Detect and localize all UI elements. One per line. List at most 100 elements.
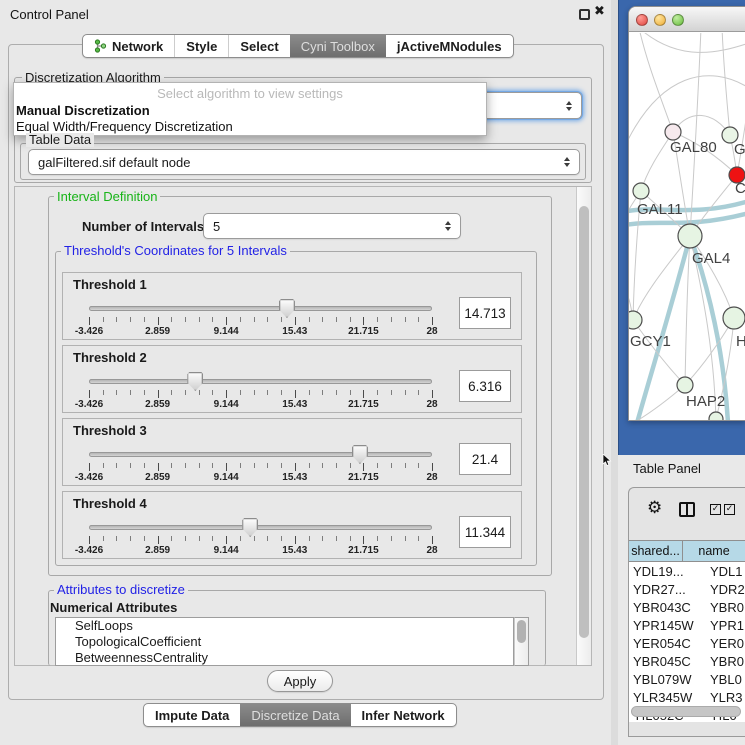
slider-thumb[interactable] (242, 518, 258, 537)
table-row[interactable]: YER054CYER0 (629, 634, 745, 652)
table-row[interactable]: YBR043CYBR0 (629, 598, 745, 616)
column-header-name[interactable]: name (683, 541, 745, 561)
traffic-light-close[interactable] (636, 14, 648, 26)
network-node-hap2[interactable] (677, 377, 693, 393)
slider-tick (130, 463, 131, 468)
network-edge (639, 33, 673, 132)
table-panel-title: Table Panel (633, 461, 701, 476)
slider-tick (240, 536, 241, 541)
table-row[interactable]: YPR145WYPR1 (629, 616, 745, 634)
table-cell-name: YBL0 (707, 672, 745, 687)
network-node-gal4[interactable] (678, 224, 702, 248)
tab-select[interactable]: Select (228, 35, 289, 57)
network-edge-thick (637, 236, 690, 421)
slider-tick (418, 317, 419, 322)
slider-track[interactable] (89, 306, 432, 311)
column-header-shared[interactable]: shared... (629, 541, 683, 561)
network-node-gcy1[interactable] (629, 311, 642, 329)
tick-label: -3.426 (65, 545, 113, 556)
network-node-gal80[interactable] (665, 124, 681, 140)
slider-tick (336, 536, 337, 541)
tick-label: 2.859 (134, 326, 182, 337)
network-node[interactable] (709, 412, 723, 421)
table-row[interactable]: YBL079WYBL0 (629, 670, 745, 688)
numerical-attributes-list[interactable]: SelfLoopsTopologicalCoefficientBetweenne… (55, 617, 514, 666)
slider-tick (336, 463, 337, 468)
tab-jactivemnodules[interactable]: jActiveMNodules (386, 35, 513, 57)
threshold-row: Threshold 4-3.4262.8599.14415.4321.71528… (62, 491, 522, 559)
tab-network[interactable]: Network (83, 35, 174, 57)
table-data-combobox[interactable]: galFiltered.sif default node (28, 149, 580, 175)
traffic-light-minimize[interactable] (654, 14, 666, 26)
table-cell-name: YLR3 (707, 690, 745, 705)
slider-track[interactable] (89, 525, 432, 530)
slider-tick (309, 317, 310, 322)
screen: { "panel": { "title": "Control Panel" },… (0, 0, 745, 745)
settings-scrollbar-thumb[interactable] (579, 206, 589, 638)
close-icon[interactable]: ✖ (594, 4, 605, 19)
threshold-value-field[interactable]: 6.316 (459, 370, 511, 402)
table-cell-name: YDL1 (707, 564, 745, 579)
slider-thumb[interactable] (279, 299, 295, 318)
slider-tick (432, 463, 433, 471)
slider-track[interactable] (89, 379, 432, 384)
control-panel-tabbar: NetworkStyleSelect Cyni Toolbox jActiveMNo… (82, 34, 514, 58)
dropdown-option[interactable]: Manual Discretization (16, 103, 150, 118)
table-row[interactable]: YDL19...YDL1 (629, 562, 745, 580)
slider-tick (254, 390, 255, 395)
attributes-scrollbar-thumb[interactable] (517, 620, 526, 643)
tick-label: -3.426 (65, 326, 113, 337)
slider-thumb[interactable] (352, 445, 368, 464)
network-canvas[interactable]: GAL80GACGAL11GAL4GCY1HHAP2 (629, 33, 745, 421)
table-cell-name: YPR1 (707, 618, 745, 633)
network-node-h[interactable] (723, 307, 745, 329)
attribute-list-item[interactable]: BetweennessCentrality (56, 650, 513, 666)
tick-label: 21.715 (339, 472, 387, 483)
slider-tick (144, 536, 145, 541)
slider-tick (418, 536, 419, 541)
slider-tick (116, 390, 117, 395)
slider-tick (267, 536, 268, 541)
gear-icon[interactable]: ⚙ (647, 500, 662, 517)
tick-label: 9.144 (202, 399, 250, 410)
threshold-row: Threshold 3-3.4262.8599.14415.4321.71528… (62, 418, 522, 486)
slider-tick (171, 463, 172, 468)
threshold-value-field[interactable]: 14.713 (459, 297, 511, 329)
table-hscrollbar-thumb[interactable] (631, 706, 741, 717)
table-data-combobox-value: galFiltered.sif default node (29, 155, 560, 170)
table-row[interactable]: YLR345WYLR3 (629, 688, 745, 706)
tab-label: Cyni Toolbox (301, 39, 375, 54)
network-window-titlebar[interactable] (629, 7, 745, 32)
number-of-intervals-combobox[interactable]: 5 (203, 213, 461, 239)
slider-tick (350, 317, 351, 322)
attribute-list-item[interactable]: TopologicalCoefficient (56, 634, 513, 650)
attribute-list-item[interactable]: SelfLoops (56, 618, 513, 634)
tab-infer-network[interactable]: Infer Network (351, 704, 456, 726)
threshold-value-field[interactable]: 21.4 (459, 443, 511, 475)
traffic-light-zoom[interactable] (672, 14, 684, 26)
slider-tick (405, 463, 406, 468)
network-node-gal11[interactable] (633, 183, 649, 199)
slider-tick (432, 390, 433, 398)
slider-tick (322, 536, 323, 541)
table-row[interactable]: YDR27...YDR2 (629, 580, 745, 598)
columns-icon[interactable] (679, 502, 695, 517)
tab-discretize-data[interactable]: Discretize Data (240, 704, 350, 726)
tick-label: 2.859 (134, 472, 182, 483)
network-node-label: GCY1 (630, 333, 671, 350)
table-row[interactable]: YBR045CYBR0 (629, 652, 745, 670)
slider-track[interactable] (89, 452, 432, 457)
tab-impute-data[interactable]: Impute Data (144, 704, 240, 726)
checkbox-icon[interactable]: ✓ (724, 504, 735, 515)
float-window-icon[interactable] (579, 9, 590, 20)
slider-tick (391, 317, 392, 322)
thresholds-group-title: Threshold's Coordinates for 5 Intervals (61, 244, 290, 258)
tab-cyni-toolbox[interactable]: Cyni Toolbox (290, 35, 386, 57)
slider-tick (350, 390, 351, 395)
apply-button[interactable]: Apply (267, 670, 333, 692)
checkbox-icon[interactable]: ✓ (710, 504, 721, 515)
slider-thumb[interactable] (187, 372, 203, 391)
slider-tick (405, 317, 406, 322)
tab-style[interactable]: Style (174, 35, 228, 57)
threshold-value-field[interactable]: 11.344 (459, 516, 511, 548)
